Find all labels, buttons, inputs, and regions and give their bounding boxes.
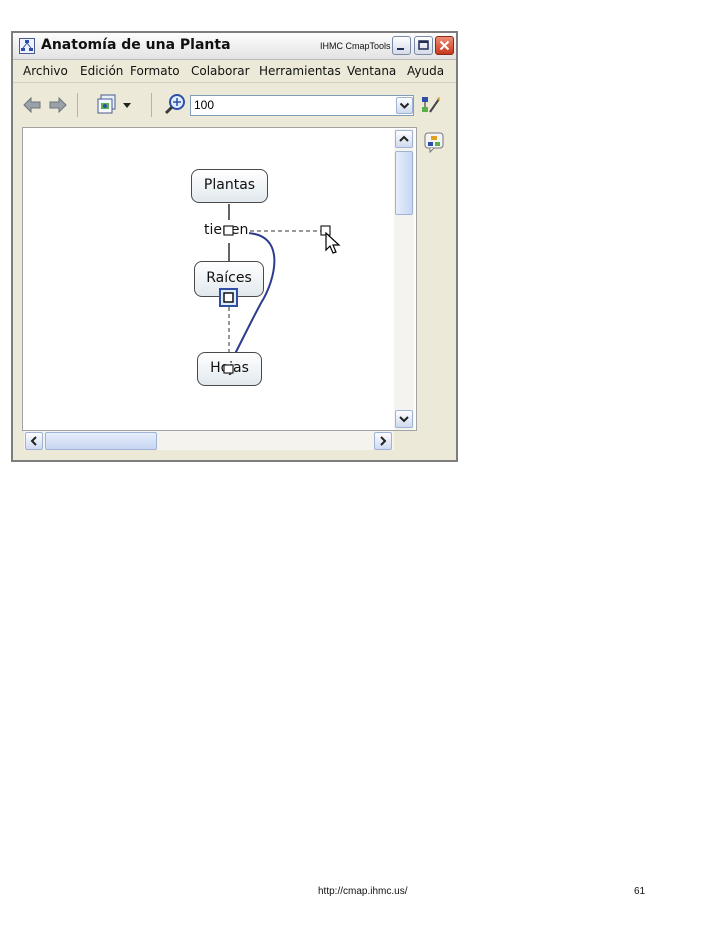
scroll-up-button[interactable]: [395, 130, 413, 148]
vertical-scroll-thumb[interactable]: [395, 151, 413, 215]
footer-url: http://cmap.ihmc.us/: [318, 886, 408, 897]
scroll-left-button[interactable]: [25, 432, 43, 450]
mouse-pointer-icon: [325, 232, 341, 254]
map-handles: [219, 225, 331, 374]
scroll-down-button[interactable]: [395, 410, 413, 428]
cmaptools-window: Anatomía de una Planta IHMC CmapTools v4…: [11, 31, 458, 462]
chevron-right-icon: [380, 436, 387, 446]
scroll-right-button[interactable]: [374, 432, 392, 450]
chevron-left-icon: [30, 436, 37, 446]
chevron-up-icon: [399, 135, 409, 142]
collaboration-icon[interactable]: [424, 132, 446, 154]
vertical-scrollbar[interactable]: [394, 129, 414, 430]
horizontal-scroll-thumb[interactable]: [45, 432, 157, 450]
chevron-down-icon: [399, 416, 409, 423]
page-number: 61: [634, 886, 646, 897]
horizontal-scrollbar[interactable]: [24, 431, 394, 450]
